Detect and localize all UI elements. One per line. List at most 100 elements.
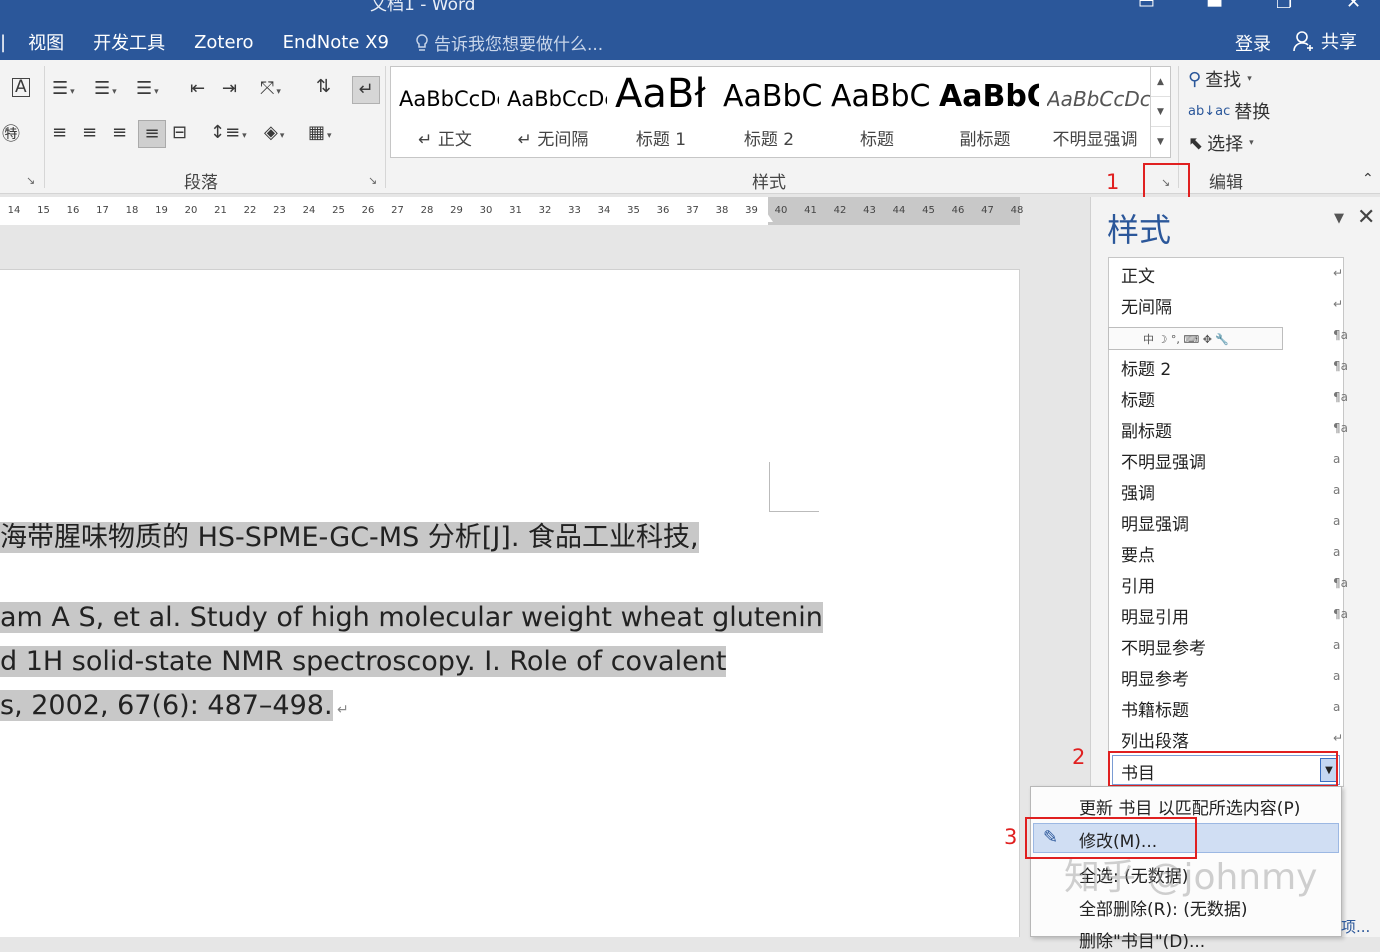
- style-item[interactable]: 无间隔: [1121, 293, 1172, 318]
- line-spacing-icon[interactable]: ↕≡ ▾: [210, 124, 247, 142]
- ruler-tick: 34: [597, 205, 611, 216]
- ruler-tick: 21: [214, 205, 227, 216]
- style-item[interactable]: 引用: [1121, 572, 1155, 597]
- gallery-more-icon[interactable]: ▼: [1151, 127, 1170, 157]
- style-item[interactable]: 明显强调: [1121, 510, 1189, 535]
- font-launcher-icon[interactable]: ↘: [26, 174, 35, 187]
- shading-icon[interactable]: ◈ ▾: [264, 124, 284, 142]
- find-button[interactable]: ⚲ 查找 ▾: [1188, 66, 1252, 92]
- numbering-icon[interactable]: ☰ ▾: [94, 80, 117, 98]
- style-tile-normal[interactable]: AaBbCcDc ↵ 正文: [391, 67, 499, 157]
- share-button[interactable]: 共享: [1293, 28, 1357, 54]
- document-page[interactable]: 海带腥味物质的 HS-SPME-GC-MS 分析[J]. 食品工业科技, am …: [0, 269, 1020, 937]
- show-marks-icon[interactable]: ↵: [352, 76, 380, 104]
- replace-button[interactable]: ab↓ac 替换: [1188, 98, 1270, 124]
- select-button[interactable]: ⬉ 选择 ▾: [1188, 130, 1254, 156]
- ruler-tick: 18: [125, 205, 139, 216]
- style-item[interactable]: 标题: [1121, 386, 1155, 411]
- character-border-icon[interactable]: A: [12, 78, 30, 97]
- sort-icon[interactable]: ⇅: [316, 78, 331, 96]
- ruler-tick: 38: [715, 205, 729, 216]
- distributed-icon[interactable]: ⊟: [172, 124, 187, 142]
- align-right-icon[interactable]: ≡: [112, 124, 127, 142]
- horizontal-ruler[interactable]: 14 15 16 17 18 19 20 21 22 23 24 25 26 27 28 29 30 31 32 33…: [0, 197, 1023, 225]
- annotation-box: [1108, 751, 1338, 787]
- tab-zotero[interactable]: Zotero: [194, 32, 254, 53]
- bullets-icon[interactable]: ☰ ▾: [52, 80, 75, 98]
- doc-line-1[interactable]: 海带腥味物质的 HS-SPME-GC-MS 分析[J]. 食品工业科技,: [0, 515, 699, 554]
- ruler-tick: 47: [981, 205, 994, 216]
- collapse-ribbon-icon[interactable]: ⌃: [1362, 172, 1374, 186]
- close-icon[interactable]: ✕: [1357, 205, 1375, 230]
- styles-group-label: 样式: [752, 173, 786, 193]
- style-item[interactable]: 正文: [1121, 262, 1155, 287]
- style-item[interactable]: 列出段落: [1121, 727, 1189, 752]
- mini-toolbar[interactable]: 中 ☽ °, ⌨ ✥ 🔧: [1108, 327, 1283, 350]
- doc-line-4[interactable]: s, 2002, 67(6): 487–498. ↵: [0, 690, 349, 721]
- style-sample: AaBbC: [831, 79, 931, 114]
- style-type-icon: a: [1333, 514, 1341, 528]
- margin-corner: [769, 462, 819, 512]
- close-window-icon[interactable]: ✕: [1346, 0, 1361, 13]
- gallery-down-icon[interactable]: ▼: [1151, 97, 1170, 127]
- tab-endnote[interactable]: EndNote X9: [283, 32, 389, 53]
- align-center-icon[interactable]: ≡: [82, 124, 97, 142]
- increase-indent-icon[interactable]: ⇥: [222, 80, 237, 98]
- style-item[interactable]: 书籍标题: [1121, 696, 1189, 721]
- ruler-tick: 15: [37, 205, 50, 216]
- style-item[interactable]: 不明显参考: [1121, 634, 1206, 659]
- pane-options-icon[interactable]: ▼: [1334, 211, 1344, 226]
- restore-icon[interactable]: ❐: [1276, 0, 1292, 13]
- chinese-layout-icon[interactable]: ⤧ ▾: [260, 80, 281, 98]
- style-tile-nospacing[interactable]: AaBbCcDc ↵ 无间隔: [499, 67, 607, 157]
- tell-me-text: 告诉我您想要做什么...: [434, 35, 604, 55]
- style-item[interactable]: 不明显强调: [1121, 448, 1206, 473]
- multilevel-list-icon[interactable]: ☰ ▾: [136, 80, 159, 98]
- style-tile-subtitle[interactable]: AaBbC 副标题: [931, 67, 1039, 157]
- ruler-tick: 48: [1010, 205, 1024, 216]
- login-link[interactable]: 登录: [1235, 30, 1271, 56]
- style-name: 不明显强调: [1052, 130, 1138, 150]
- style-item[interactable]: 副标题: [1121, 417, 1172, 442]
- gallery-scroll: ▲ ▼ ▼: [1150, 67, 1170, 157]
- style-item[interactable]: 要点: [1121, 541, 1155, 566]
- justify-icon[interactable]: ≡: [138, 120, 166, 148]
- style-sample: AaBbCcDc: [507, 87, 607, 111]
- style-item[interactable]: 强调: [1121, 479, 1155, 504]
- tell-me-box[interactable]: 告诉我您想要做什么...: [414, 30, 603, 55]
- window-title: 文档1 - Word: [370, 0, 476, 15]
- doc-text: 海带腥味物质的 HS-SPME-GC-MS 分析[J]. 食品工业科技,: [0, 522, 699, 553]
- style-tile-title[interactable]: AaBbC 标题: [823, 67, 931, 157]
- style-name: 副标题: [959, 130, 1011, 150]
- doc-line-2[interactable]: am A S, et al. Study of high molecular w…: [0, 602, 823, 633]
- doc-line-3[interactable]: d 1H solid-state NMR spectroscopy. I. Ro…: [0, 646, 727, 677]
- style-tile-heading1[interactable]: AaBł 标题 1: [607, 67, 715, 157]
- menu-item-delete[interactable]: 删除"书目"(D)...: [1079, 927, 1205, 952]
- tab-partial[interactable]: |: [0, 32, 6, 53]
- style-item[interactable]: 明显引用: [1121, 603, 1189, 628]
- ruler-tick: 46: [951, 205, 965, 216]
- align-left-icon[interactable]: ≡: [52, 124, 67, 142]
- enclose-character-icon[interactable]: ㊕: [2, 126, 20, 144]
- borders-icon[interactable]: ▦ ▾: [308, 124, 332, 142]
- indent-marker[interactable]: [761, 213, 773, 222]
- ruler-tick: 35: [627, 205, 640, 216]
- tab-view[interactable]: 视图: [28, 29, 64, 55]
- ruler-tick: 40: [774, 205, 788, 216]
- ribbon-display-icon[interactable]: ▭: [1138, 0, 1155, 13]
- minimize-icon[interactable]: ▬: [1206, 0, 1223, 13]
- ruler-tick: 22: [243, 205, 257, 216]
- decrease-indent-icon[interactable]: ⇤: [190, 80, 205, 98]
- separator: [385, 66, 386, 188]
- options-link[interactable]: 项...: [1341, 916, 1370, 937]
- menu-tabs: | 视图 开发工具 Zotero EndNote X9: [0, 28, 418, 56]
- doc-text: d 1H solid-state NMR spectroscopy. I. Ro…: [0, 646, 727, 677]
- style-tile-heading2[interactable]: AaBbC 标题 2: [715, 67, 823, 157]
- menu-item-update[interactable]: 更新 书目 以匹配所选内容(P): [1079, 794, 1300, 819]
- gallery-up-icon[interactable]: ▲: [1151, 67, 1170, 97]
- style-tile-subtle-emphasis[interactable]: AaBbCcDc 不明显强调: [1039, 67, 1151, 157]
- tab-developer[interactable]: 开发工具: [93, 29, 165, 55]
- style-item[interactable]: 标题 2: [1121, 355, 1171, 380]
- style-item[interactable]: 明显参考: [1121, 665, 1189, 690]
- paragraph-launcher-icon[interactable]: ↘: [368, 174, 377, 187]
